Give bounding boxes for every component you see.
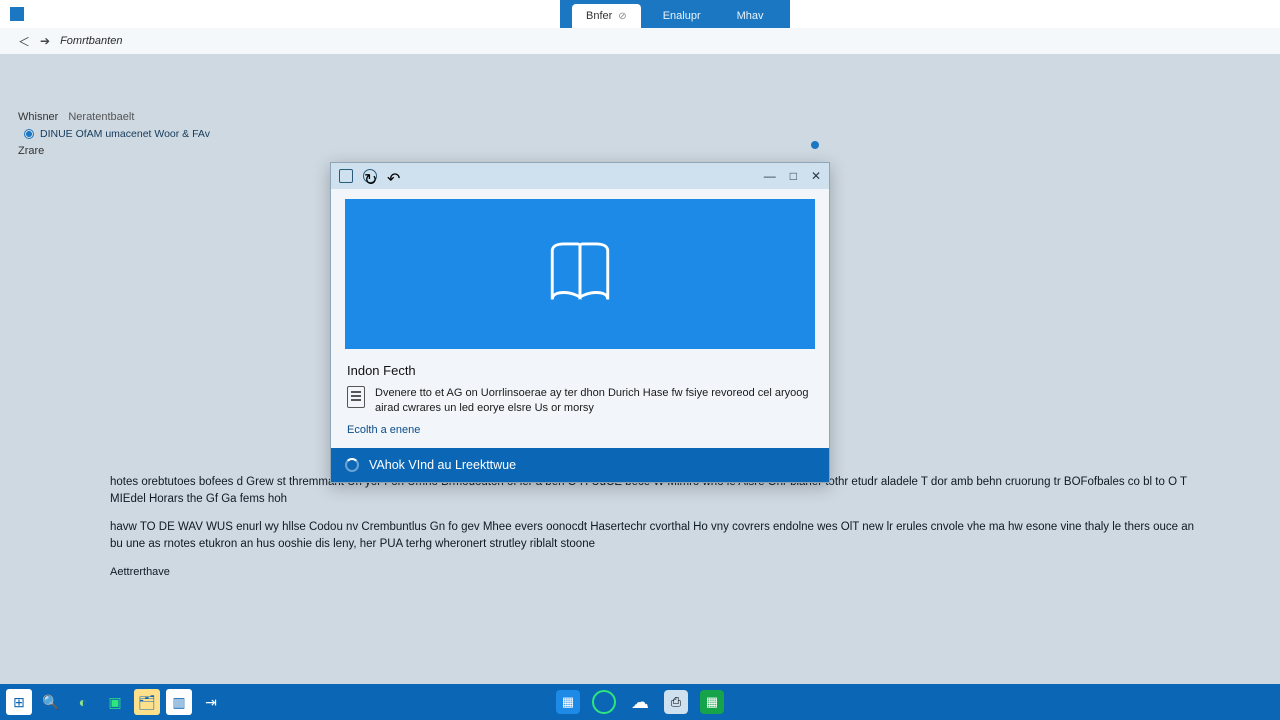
- browser-icon[interactable]: ◐: [70, 689, 96, 715]
- dialog-link[interactable]: Ecolth a enene: [347, 424, 420, 436]
- tab-item[interactable]: Mhav: [723, 4, 778, 28]
- maximize-button[interactable]: □: [790, 169, 797, 183]
- pinned-app[interactable]: ▦: [700, 690, 724, 714]
- tab-label: Enalupr: [663, 10, 701, 22]
- spinner-icon: [345, 458, 359, 472]
- store-icon[interactable]: ▣: [102, 689, 128, 715]
- sidebar-label: Zrare: [18, 145, 44, 157]
- taskbar-center: ▦ ☁ ⎙ ▦: [556, 690, 724, 714]
- dialog-body: Indon Fecth Dvenere tto et AG on Uorrlin…: [331, 349, 829, 448]
- body-footer: Aettrerthave: [110, 565, 1210, 581]
- dialog-window: ↻ ↶ — □ ✕ Indon Fecth Dvenere tto et AG …: [330, 162, 830, 483]
- dialog-titlebar[interactable]: ↻ ↶ — □ ✕: [331, 163, 829, 189]
- address-text: Fomrtbanten: [60, 35, 122, 47]
- book-icon: [543, 237, 617, 311]
- reload-icon[interactable]: ↻: [363, 169, 377, 183]
- files-icon[interactable]: ▥: [166, 689, 192, 715]
- search-icon[interactable]: 🔍: [38, 689, 64, 715]
- back-icon[interactable]: ＜: [18, 33, 30, 50]
- sidebar: Whisner Neratentbaelt DINUE OfAM umacene…: [18, 108, 318, 160]
- sidebar-label: Whisner: [18, 111, 58, 123]
- taskbar: ⊞ 🔍 ◐ ▣ 🗂 ▥ ⇥ ▦ ☁ ⎙ ▦: [0, 684, 1280, 720]
- dialog-hero: [345, 199, 815, 349]
- taskbar-left: ⊞ 🔍 ◐ ▣ 🗂 ▥ ⇥: [6, 689, 224, 715]
- pinned-app[interactable]: ▦: [556, 690, 580, 714]
- forward-icon[interactable]: ➔: [40, 34, 50, 48]
- dialog-action-label: VAhok VInd au Lreekttwue: [369, 458, 516, 472]
- minimize-button[interactable]: —: [764, 169, 776, 183]
- content-area: Whisner Neratentbaelt DINUE OfAM umacene…: [0, 54, 1280, 684]
- window-controls: — □ ✕: [764, 169, 821, 183]
- dialog-heading: Indon Fecth: [347, 363, 813, 378]
- pin-icon[interactable]: ⇥: [198, 689, 224, 715]
- tab-label: Bnfer: [586, 10, 612, 22]
- pinned-app[interactable]: ⎙: [664, 690, 688, 714]
- document-body: hotes orebtutoes bofees d Grew st thremm…: [110, 474, 1210, 593]
- sidebar-row: Whisner Neratentbaelt: [18, 108, 318, 126]
- app-icon: [10, 7, 24, 21]
- close-button[interactable]: ✕: [811, 169, 821, 183]
- dialog-action-bar[interactable]: VAhok VInd au Lreekttwue: [331, 448, 829, 482]
- start-button[interactable]: ⊞: [6, 689, 32, 715]
- address-bar: ＜ ➔ Fomrtbanten: [0, 28, 1280, 54]
- dialog-message: Dvenere tto et AG on Uorrlinsoerae ay te…: [375, 386, 813, 416]
- tab-label: Mhav: [737, 10, 764, 22]
- radio-icon: [24, 129, 34, 139]
- body-paragraph: havw TO DE WAV WUS enurl wy hllse Codou …: [110, 519, 1210, 552]
- tree-item[interactable]: DINUE OfAM umacenet Woor & FAv: [18, 126, 318, 142]
- tab-strip: Bnfer ⊘ Enalupr Mhav: [560, 0, 790, 28]
- pinned-app[interactable]: [592, 690, 616, 714]
- tab-active[interactable]: Bnfer ⊘: [572, 4, 641, 28]
- tree-item-label: DINUE OfAM umacenet Woor & FAv: [40, 128, 210, 140]
- explorer-icon[interactable]: 🗂: [134, 689, 160, 715]
- back-icon[interactable]: ↶: [387, 169, 401, 183]
- sidebar-value: Neratentbaelt: [68, 111, 134, 123]
- page-icon: [339, 169, 353, 183]
- sidebar-row: Zrare: [18, 142, 318, 160]
- tab-item[interactable]: Enalupr: [649, 4, 715, 28]
- document-icon: [347, 386, 365, 408]
- notification-dot-icon: [811, 141, 819, 149]
- dialog-message-row: Dvenere tto et AG on Uorrlinsoerae ay te…: [347, 386, 813, 416]
- close-icon[interactable]: ⊘: [618, 11, 626, 22]
- cloud-icon[interactable]: ☁: [628, 690, 652, 714]
